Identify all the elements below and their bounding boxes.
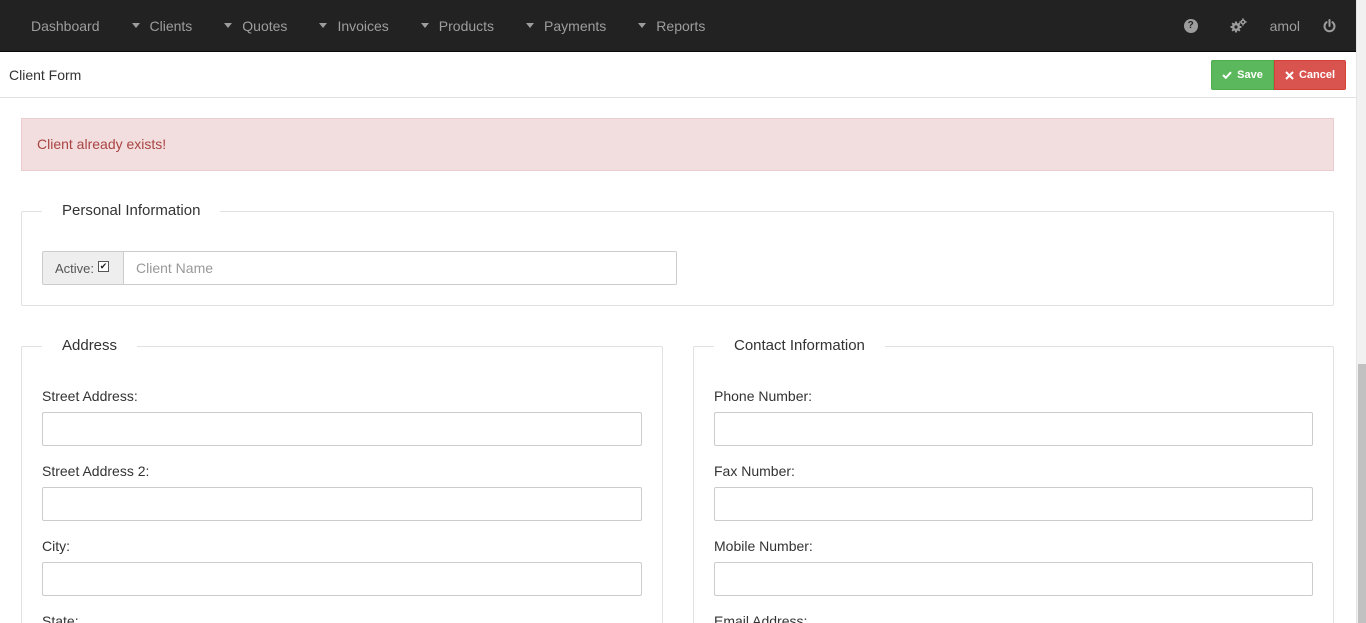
question-circle-icon: ?	[1183, 18, 1198, 33]
caret-down-icon	[638, 23, 647, 28]
nav-reports[interactable]: Reports	[622, 0, 721, 51]
nav-reports-label: Reports	[656, 17, 706, 34]
mobile-number-label: Mobile Number:	[714, 538, 813, 554]
content-header: Client Form Save Cancel	[0, 52, 1356, 98]
client-name-input-group: Active: ✔	[42, 251, 677, 285]
nav-payments-label: Payments	[544, 17, 607, 34]
nav-products-label: Products	[438, 17, 495, 34]
cancel-button[interactable]: Cancel	[1274, 60, 1346, 90]
email-address-label: Email Address:	[714, 613, 808, 623]
state-label: State:	[42, 613, 79, 623]
page-scrollbar[interactable]	[1356, 0, 1366, 623]
times-icon	[1285, 70, 1294, 80]
error-alert-message: Client already exists!	[37, 136, 167, 152]
save-button[interactable]: Save	[1211, 60, 1274, 90]
scrollbar-thumb[interactable]	[1358, 364, 1366, 623]
user-menu: ? amol	[1172, 0, 1356, 51]
city-input[interactable]	[42, 562, 642, 596]
fax-number-input[interactable]	[714, 487, 1313, 521]
nav-payments[interactable]: Payments	[510, 0, 622, 51]
nav-quotes[interactable]: Quotes	[208, 0, 303, 51]
contact-information-fieldset: Contact Information Phone Number: Fax Nu…	[693, 336, 1334, 623]
save-button-label: Save	[1237, 69, 1263, 81]
caret-down-icon	[131, 23, 140, 28]
top-navbar: Dashboard Clients Quotes Invoices Produc…	[0, 0, 1356, 52]
contact-information-legend: Contact Information	[714, 336, 885, 356]
city-label: City:	[42, 538, 70, 554]
fax-number-label: Fax Number:	[714, 463, 795, 479]
street-address-label: Street Address:	[42, 388, 138, 404]
personal-information-fieldset: Personal Information Active: ✔	[21, 201, 1334, 306]
phone-number-input[interactable]	[714, 412, 1313, 446]
nav-quotes-label: Quotes	[242, 17, 288, 34]
page-title: Client Form	[9, 67, 82, 83]
mobile-number-input[interactable]	[714, 562, 1313, 596]
nav-clients-label: Clients	[149, 17, 193, 34]
nav-dashboard[interactable]: Dashboard	[0, 0, 116, 51]
logout-button[interactable]	[1322, 0, 1336, 51]
street-address-input[interactable]	[42, 412, 642, 446]
client-name-input[interactable]	[123, 251, 677, 285]
settings-button[interactable]	[1220, 0, 1258, 51]
caret-down-icon	[319, 23, 328, 28]
user-account-menu[interactable]: amol	[1270, 0, 1300, 51]
personal-information-legend: Personal Information	[42, 201, 221, 221]
nav-products[interactable]: Products	[405, 0, 510, 51]
active-addon: Active: ✔	[42, 251, 123, 285]
help-button[interactable]: ?	[1172, 0, 1210, 51]
caret-down-icon	[224, 23, 233, 28]
check-icon	[1222, 71, 1232, 79]
street-address-2-label: Street Address 2:	[42, 463, 150, 479]
error-alert: Client already exists!	[21, 118, 1334, 171]
caret-down-icon	[420, 23, 429, 28]
nav-dashboard-label: Dashboard	[31, 17, 100, 34]
nav-clients[interactable]: Clients	[116, 0, 209, 51]
address-fieldset: Address Street Address: Street Address 2…	[21, 336, 663, 623]
address-legend: Address	[42, 336, 138, 356]
caret-down-icon	[526, 23, 535, 28]
phone-number-label: Phone Number:	[714, 388, 813, 404]
active-checkbox[interactable]: ✔	[98, 260, 110, 272]
nav-invoices[interactable]: Invoices	[303, 0, 404, 51]
street-address-2-input[interactable]	[42, 487, 642, 521]
nav-invoices-label: Invoices	[337, 17, 389, 34]
active-label: Active:	[55, 260, 95, 276]
cancel-button-label: Cancel	[1298, 69, 1336, 81]
power-off-icon	[1323, 18, 1335, 32]
cogs-icon	[1230, 18, 1247, 33]
main-menu: Dashboard Clients Quotes Invoices Produc…	[0, 0, 721, 51]
